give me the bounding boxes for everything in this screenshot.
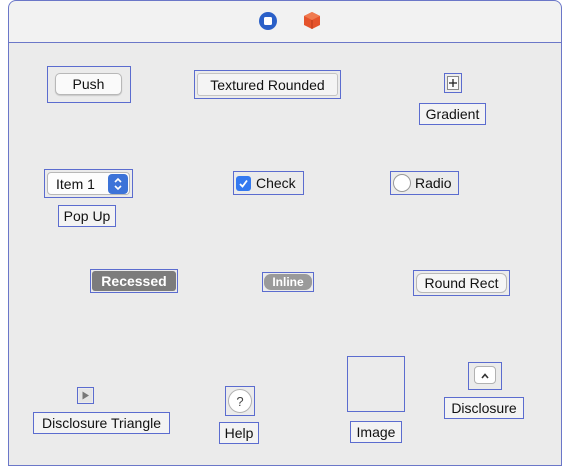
popup-button[interactable]: Item 1 bbox=[47, 172, 130, 195]
inline-label: Inline bbox=[272, 275, 304, 289]
round-rect-label: Round Rect bbox=[424, 275, 499, 291]
disclosure-triangle-label: Disclosure Triangle bbox=[33, 412, 170, 434]
cube-object-icon[interactable] bbox=[301, 10, 323, 32]
radio-circle-icon bbox=[393, 174, 411, 192]
help-label: Help bbox=[219, 422, 259, 444]
disclosure-button[interactable] bbox=[474, 366, 496, 384]
stop-icon[interactable] bbox=[258, 11, 278, 31]
disclosure-triangle-icon[interactable] bbox=[79, 389, 92, 402]
radio-control[interactable]: Radio bbox=[393, 174, 457, 192]
round-rect-button[interactable]: Round Rect bbox=[416, 273, 507, 293]
image-label-text: Image bbox=[356, 424, 396, 440]
image-well[interactable] bbox=[347, 356, 405, 412]
recessed-button[interactable]: Recessed bbox=[92, 271, 176, 291]
help-icon[interactable]: ? bbox=[228, 389, 252, 413]
check-control[interactable]: Check bbox=[236, 174, 302, 192]
textured-rounded-button[interactable]: Textured Rounded bbox=[197, 73, 338, 96]
popup-label-text: Pop Up bbox=[63, 208, 111, 224]
help-label-text: Help bbox=[224, 425, 254, 441]
chevron-updown-icon bbox=[108, 173, 128, 194]
checkmark-icon bbox=[236, 175, 251, 191]
image-label: Image bbox=[350, 421, 402, 443]
gradient-label-text: Gradient bbox=[425, 106, 480, 122]
recessed-label: Recessed bbox=[101, 273, 167, 289]
disclosure-label-text: Disclosure bbox=[451, 400, 517, 416]
push-button[interactable]: Push bbox=[55, 73, 122, 95]
popup-label: Pop Up bbox=[58, 205, 116, 227]
popup-selected-value: Item 1 bbox=[56, 175, 95, 192]
check-label: Check bbox=[256, 175, 296, 191]
chevron-up-icon bbox=[480, 367, 490, 383]
inline-button[interactable]: Inline bbox=[264, 274, 312, 290]
gradient-label: Gradient bbox=[419, 103, 486, 125]
window-titlebar bbox=[8, 0, 562, 42]
disclosure-triangle-label-text: Disclosure Triangle bbox=[41, 415, 162, 431]
textured-rounded-label: Textured Rounded bbox=[210, 76, 325, 93]
help-symbol: ? bbox=[236, 393, 244, 409]
radio-label: Radio bbox=[415, 175, 452, 191]
push-button-label: Push bbox=[72, 76, 105, 92]
disclosure-label: Disclosure bbox=[444, 397, 524, 419]
plus-icon[interactable] bbox=[447, 76, 459, 90]
